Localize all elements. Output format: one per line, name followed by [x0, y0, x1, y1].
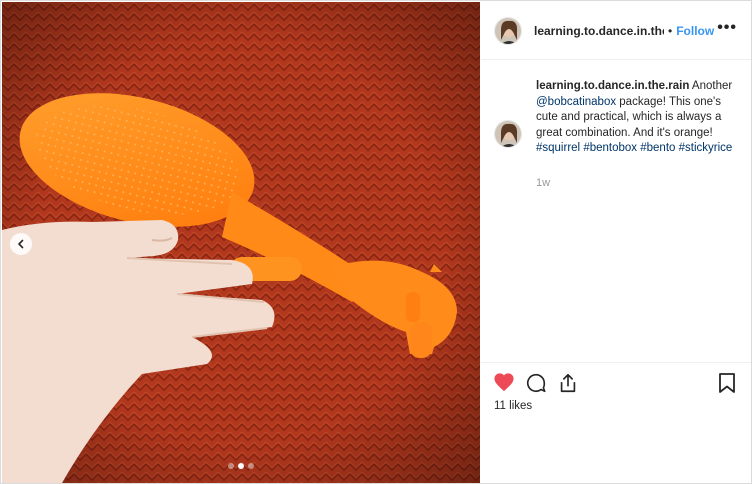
- more-icon[interactable]: •••: [717, 20, 737, 36]
- avatar-image: [495, 121, 521, 147]
- separator-dot: •: [668, 23, 673, 38]
- caption-text: learning.to.dance.in.the.rain Another @b…: [536, 79, 736, 157]
- carousel-dot: [228, 463, 234, 469]
- avatar-image: [495, 17, 521, 44]
- caption-comment: learning.to.dance.in.the.rain Another @b…: [494, 79, 744, 157]
- hashtag-link[interactable]: #bentobox: [583, 142, 637, 154]
- caption-text-part: Another: [689, 80, 733, 92]
- hashtag-link[interactable]: #bento: [640, 142, 675, 154]
- carousel-dot: [248, 463, 254, 469]
- hashtag-link[interactable]: #stickyrice: [679, 142, 733, 154]
- post-photo[interactable]: [2, 2, 480, 483]
- carousel-prev-button[interactable]: [10, 233, 32, 255]
- mention-link[interactable]: @bobcatinabox: [536, 96, 616, 108]
- bookmark-icon[interactable]: [717, 372, 737, 394]
- likes-count-label: 11 likes: [494, 400, 533, 412]
- share-icon[interactable]: [557, 372, 579, 394]
- post-header: learning.to.dance.in.the.ra • Follow •••: [481, 2, 751, 60]
- heart-icon[interactable]: [493, 372, 515, 392]
- avatar[interactable]: [494, 120, 522, 148]
- action-bar: 11 likes: [481, 362, 751, 483]
- post-timestamp[interactable]: 1w: [536, 177, 550, 189]
- avatar[interactable]: [494, 16, 522, 45]
- follow-button[interactable]: Follow: [676, 24, 714, 38]
- author-username[interactable]: learning.to.dance.in.the.ra: [534, 24, 664, 38]
- carousel-dot-active: [238, 463, 244, 469]
- carousel-indicator: [2, 463, 480, 469]
- post-side-panel: learning.to.dance.in.the.ra • Follow •••…: [481, 2, 751, 483]
- comment-icon[interactable]: [525, 372, 547, 394]
- hashtag-link[interactable]: #squirrel: [536, 142, 580, 154]
- photo-image: [2, 2, 480, 483]
- caption-username[interactable]: learning.to.dance.in.the.rain: [536, 80, 689, 92]
- chevron-left-icon: [18, 239, 24, 249]
- instagram-post: learning.to.dance.in.the.ra • Follow •••…: [0, 0, 752, 484]
- likes-count[interactable]: 11 likes: [494, 400, 532, 412]
